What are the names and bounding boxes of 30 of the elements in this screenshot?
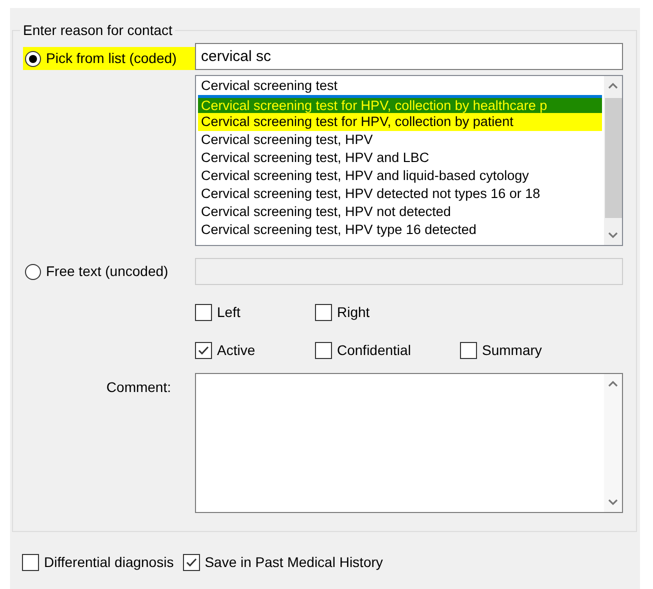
checkbox[interactable] [195, 342, 212, 359]
checkbox-label: Save in Past Medical History [204, 553, 383, 572]
checkbox-label: Left [217, 303, 240, 322]
checkbox[interactable] [195, 304, 212, 321]
checkbox-label: Confidential [337, 341, 411, 360]
comment-label: Comment: [106, 379, 171, 395]
checkbox[interactable] [460, 342, 477, 359]
checkbox[interactable] [182, 554, 200, 571]
list-item[interactable]: Cervical screening test for HPV, collection by healthcare p [198, 95, 602, 114]
check-icon [197, 344, 210, 357]
checkbox-label: Summary [482, 341, 542, 360]
scrollbar-thumb[interactable] [604, 98, 622, 218]
list-item[interactable]: Cervical screening test, HPV and liquid-based cytology [198, 167, 602, 186]
list-item[interactable]: Cervical screening test, HPV [198, 131, 602, 150]
checkbox-label: Active [217, 341, 256, 360]
comment-field[interactable] [195, 373, 623, 513]
list-item[interactable]: Cervical screening test, HPV detected not types 16 or 18 [198, 185, 602, 204]
checkbox-label: Differential diagnosis [44, 553, 174, 572]
checkbox[interactable] [315, 342, 332, 359]
list-item[interactable]: Cervical screening test, HPV and LBC [198, 149, 602, 168]
checkbox[interactable] [315, 304, 332, 321]
list-item[interactable]: Cervical screening test [198, 77, 602, 95]
list-item[interactable]: Cervical screening test, HPV not detected [198, 203, 602, 222]
list-item[interactable]: Cervical screening test, HPV type 16 detected [198, 221, 602, 240]
search-field[interactable]: cervical sc [195, 43, 623, 70]
list-item[interactable]: Cervical screening test for HPV, collection by patient [198, 113, 602, 132]
check-icon [184, 556, 198, 569]
checkbox[interactable] [22, 554, 39, 571]
checkbox-label: Right [337, 303, 370, 322]
radio-option[interactable]: Pick from list (coded) [23, 47, 195, 70]
